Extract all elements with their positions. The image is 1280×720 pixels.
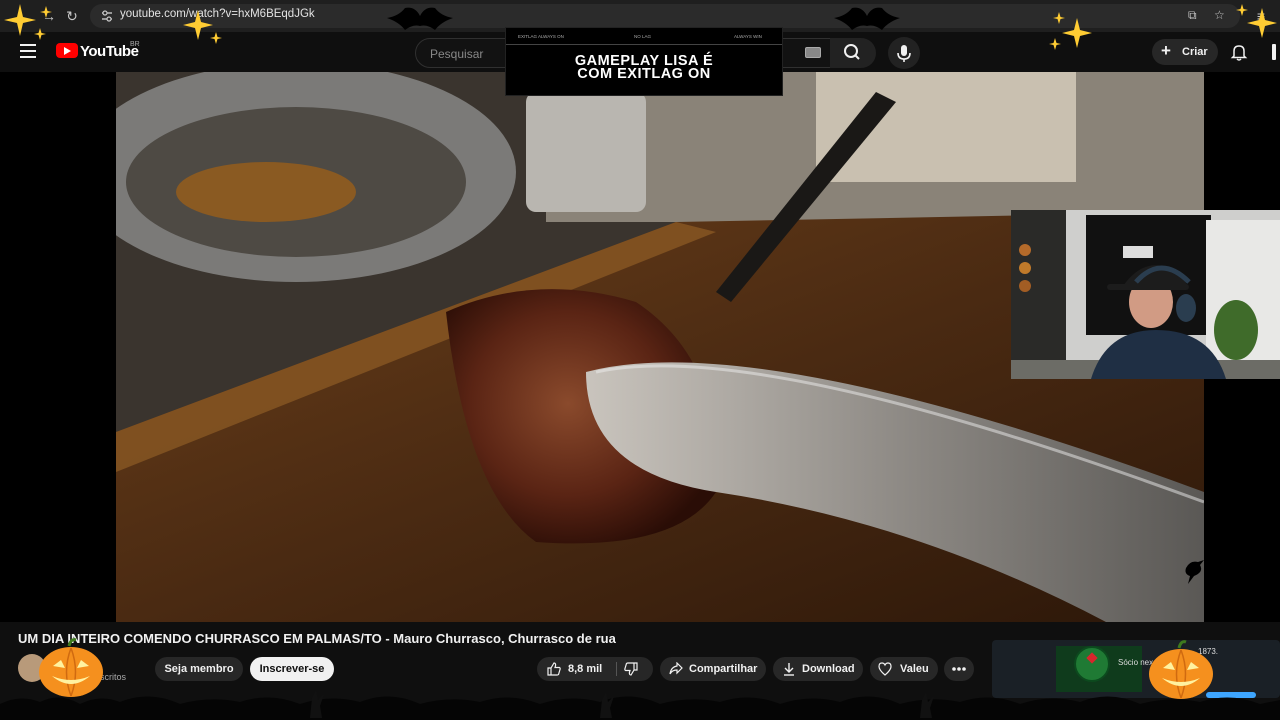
keyboard-icon[interactable] — [805, 47, 821, 58]
thanks-label: Valeu — [900, 663, 929, 675]
like-divider — [616, 662, 617, 676]
sparkle-icon — [4, 4, 52, 40]
spooky-grass-border — [0, 690, 1280, 720]
banner-headline-line-2: COM EXITLAG ON — [577, 66, 711, 82]
country-code: BR — [130, 41, 140, 48]
plus-icon: + — [1161, 41, 1171, 60]
sparkle-icon — [1049, 12, 1092, 50]
exitlag-banner: EXITLAG ALWAYS ON NO LAG ALWAYS WIN GAME… — [505, 27, 783, 96]
banner-headline: GAMEPLAY LISA É COM EXITLAG ON — [506, 54, 782, 82]
bat-icon — [834, 7, 900, 31]
more-actions-button[interactable] — [944, 657, 974, 681]
download-label: Download — [802, 663, 855, 675]
mic-icon — [897, 45, 911, 62]
subscribe-label: Inscrever-se — [259, 663, 325, 675]
join-label: Seja membro — [164, 663, 234, 675]
download-icon — [784, 663, 794, 676]
overflow-icon[interactable] — [1268, 42, 1280, 62]
video-title: UM DIA INTEIRO COMENDO CHURRASCO EM PALM… — [18, 631, 616, 646]
create-button[interactable]: + Criar — [1152, 39, 1218, 65]
search-button[interactable] — [830, 38, 876, 68]
raven-icon — [1185, 560, 1204, 584]
pumpkin-icon — [1149, 640, 1213, 699]
thanks-button[interactable]: Valeu — [870, 657, 938, 681]
sparkle-icon — [1236, 4, 1277, 38]
join-button[interactable]: Seja membro — [155, 657, 243, 681]
banner-tab-3: ALWAYS WIN — [734, 34, 762, 39]
dislike-icon[interactable] — [624, 662, 638, 676]
site-info-icon[interactable] — [100, 9, 114, 23]
video-player[interactable] — [0, 72, 1280, 622]
webcam-feed-image — [1011, 210, 1280, 379]
like-count[interactable]: 8,8 mil — [568, 657, 602, 681]
share-icon — [669, 662, 683, 675]
like-icon[interactable] — [547, 662, 561, 676]
share-button[interactable]: Compartilhar — [660, 657, 766, 681]
banner-tab-2: NO LAG — [634, 34, 652, 39]
pumpkin-icon — [39, 638, 103, 697]
share-label: Compartilhar — [689, 663, 758, 675]
banner-tab-1: EXITLAG ALWAYS ON — [518, 34, 564, 39]
youtube-logo-icon[interactable] — [56, 43, 78, 58]
bat-icon — [387, 7, 453, 31]
subscribe-button[interactable]: Inscrever-se — [250, 657, 334, 681]
more-icon — [952, 667, 966, 671]
sparkle-icon — [183, 10, 222, 44]
streamer-webcam — [1011, 210, 1280, 379]
voice-search-button[interactable] — [888, 37, 920, 69]
reload-icon[interactable]: ↻ — [63, 7, 81, 25]
bookmark-star-icon[interactable]: ☆ — [1214, 8, 1225, 22]
thanks-icon — [878, 662, 892, 676]
brand-badge-icon — [1074, 646, 1110, 682]
download-button[interactable]: Download — [773, 657, 863, 681]
bell-icon[interactable] — [1229, 42, 1249, 62]
install-app-icon[interactable]: ⧉ — [1188, 8, 1197, 23]
search-icon — [844, 44, 860, 60]
create-label: Criar — [1182, 46, 1208, 58]
menu-icon[interactable] — [20, 44, 36, 58]
banner-divider — [506, 44, 782, 45]
